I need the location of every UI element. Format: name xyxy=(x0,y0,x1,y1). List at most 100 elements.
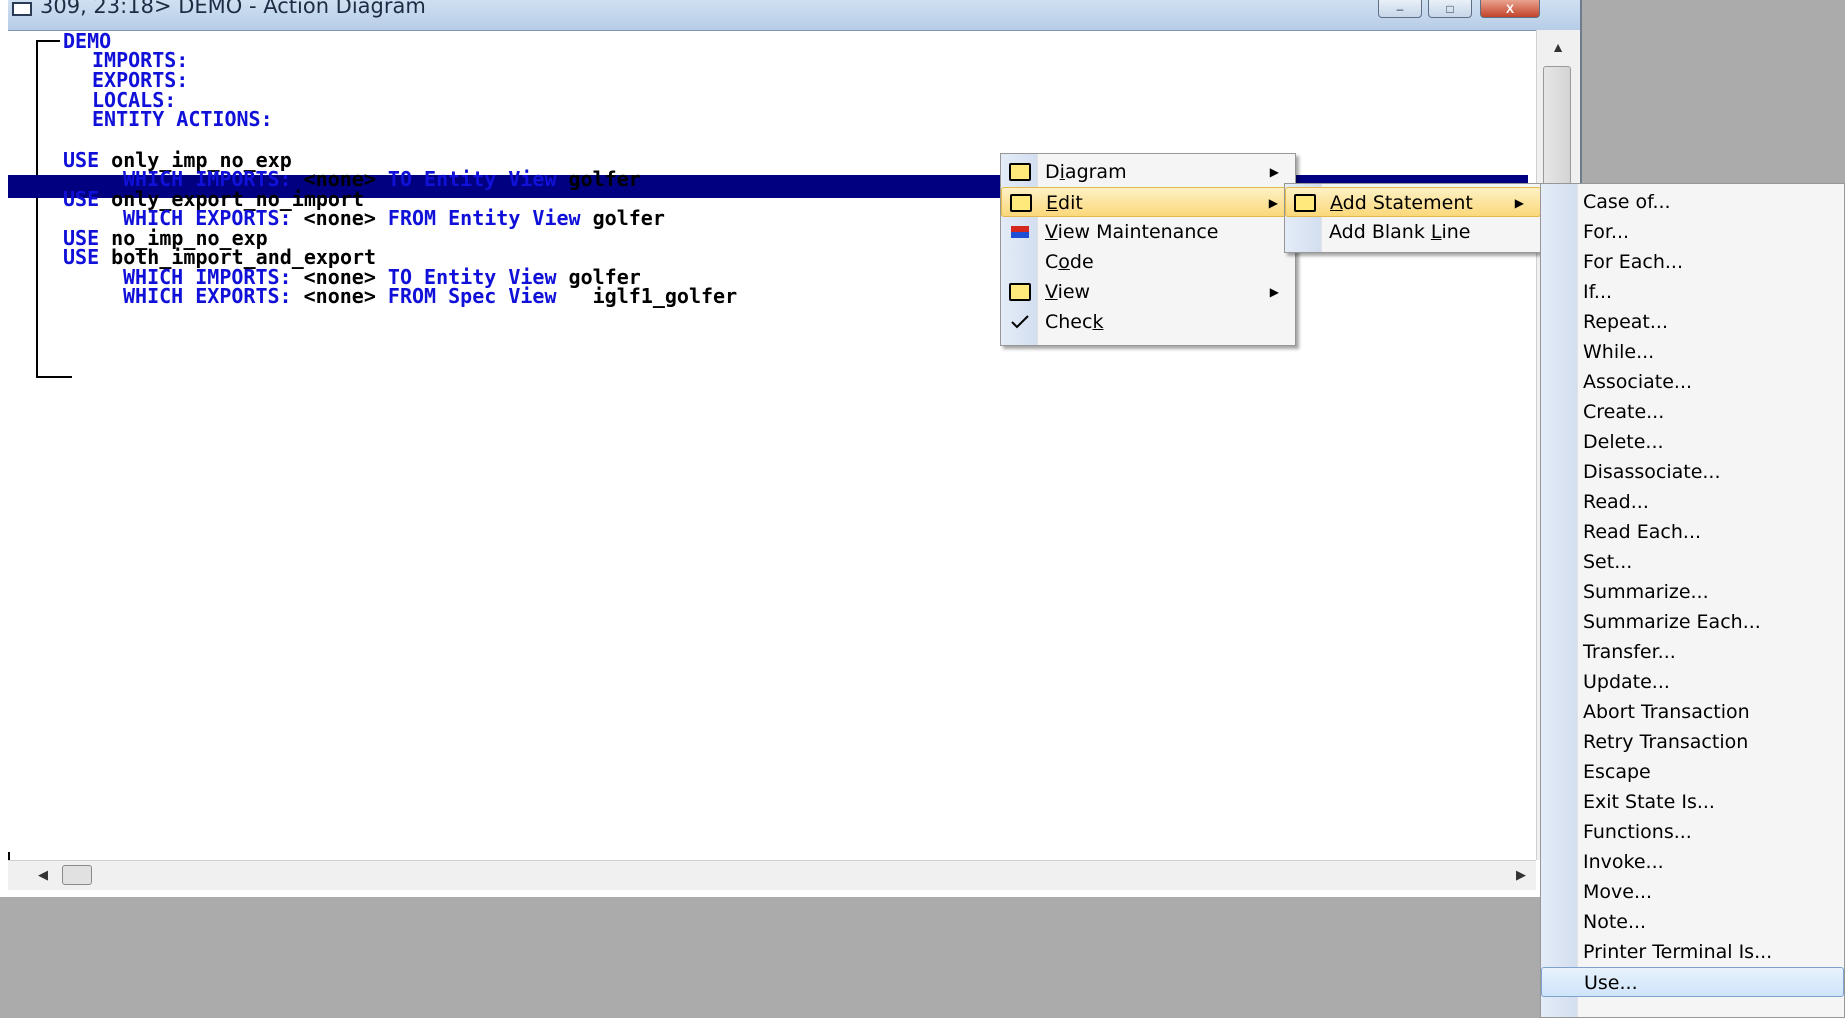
code-text: <none> xyxy=(291,206,376,230)
menu-label: D xyxy=(1045,161,1060,183)
horizontal-scroll-thumb[interactable] xyxy=(62,865,92,885)
menu-label: Read Each... xyxy=(1583,521,1702,543)
menu-item-statement[interactable]: Abort Transaction xyxy=(1541,697,1844,727)
menu-accelerator: k xyxy=(1092,311,1104,333)
menu-label: Exit State Is... xyxy=(1583,791,1715,813)
menu-item-statement[interactable]: Delete... xyxy=(1541,427,1844,457)
maximize-button[interactable]: □ xyxy=(1428,0,1472,18)
code-text: <none> xyxy=(291,284,376,308)
add-statement-submenu: Case of... For... For Each... If... Repeat..… xyxy=(1540,183,1845,1018)
menu-item-statement[interactable]: Use... xyxy=(1541,967,1844,997)
menu-item-statement[interactable]: Move... xyxy=(1541,877,1844,907)
menu-item-statement[interactable]: Associate... xyxy=(1541,367,1844,397)
code-text: golfer xyxy=(556,167,641,191)
menu-item-statement[interactable]: Exit State Is... xyxy=(1541,787,1844,817)
menu-label: Functions... xyxy=(1583,821,1692,843)
menu-label: dd Statement xyxy=(1342,192,1473,214)
code-keyword: FROM Spec View xyxy=(375,284,557,308)
menu-item-statement[interactable]: If... xyxy=(1541,277,1844,307)
menu-item-statement[interactable]: Create... xyxy=(1541,397,1844,427)
menu-label: Retry Transaction xyxy=(1583,731,1749,753)
menu-item-statement[interactable]: Read... xyxy=(1541,487,1844,517)
menu-label: Use... xyxy=(1584,972,1638,994)
folder-icon xyxy=(1010,194,1032,212)
menu-label: agram xyxy=(1064,161,1127,183)
scroll-right-arrow-icon[interactable]: ▶ xyxy=(1516,867,1526,883)
code-keyword: USE xyxy=(63,245,100,269)
minimize-button[interactable]: – xyxy=(1378,0,1422,18)
menu-accelerator: A xyxy=(1330,192,1343,214)
code-line[interactable]: WHICH EXPORTS: <none> FROM Spec View igl… xyxy=(123,285,737,308)
submenu-arrow-icon: ▶ xyxy=(1514,196,1524,210)
menu-item-statement[interactable]: Summarize Each... xyxy=(1541,607,1844,637)
menu-label: Case of... xyxy=(1583,191,1671,213)
menu-label: ine xyxy=(1441,221,1471,243)
menu-item-statement[interactable]: Summarize... xyxy=(1541,577,1844,607)
menu-label: iew Maintenance xyxy=(1057,221,1219,243)
menu-item-statement[interactable]: Disassociate... xyxy=(1541,457,1844,487)
menu-accelerator: E xyxy=(1046,192,1059,214)
action-diagram-window: 309, 23:18> DEMO - Action Diagram – □ X … xyxy=(8,0,1582,897)
menu-accelerator: V xyxy=(1045,221,1058,243)
window-titlebar[interactable]: 309, 23:18> DEMO - Action Diagram – □ X xyxy=(8,0,1580,31)
menu-item-add-blank-line[interactable]: Add Blank Line xyxy=(1285,217,1541,247)
menu-label: If... xyxy=(1583,281,1613,303)
menu-item-statement[interactable]: Repeat... xyxy=(1541,307,1844,337)
code-keyword: FROM Entity View xyxy=(375,206,581,230)
scroll-left-arrow-icon[interactable]: ◀ xyxy=(38,867,48,883)
menu-item-statement[interactable]: Transfer... xyxy=(1541,637,1844,667)
menu-item-diagram[interactable]: Diagram ▶ xyxy=(1001,157,1295,187)
code-text: golfer xyxy=(580,206,665,230)
menu-label: Summarize... xyxy=(1583,581,1709,603)
menu-item-add-statement[interactable]: Add Statement ▶ xyxy=(1285,187,1541,217)
menu-accelerator: V xyxy=(1045,281,1058,303)
menu-accelerator: o xyxy=(1058,251,1070,273)
menu-label: Escape xyxy=(1583,761,1651,783)
menu-item-statement[interactable]: While... xyxy=(1541,337,1844,367)
menu-label: Summarize Each... xyxy=(1583,611,1761,633)
diagram-bracket xyxy=(36,40,38,377)
submenu-arrow-icon: ▶ xyxy=(1269,165,1279,179)
menu-item-edit[interactable]: Edit ▶ xyxy=(1001,187,1295,217)
menu-item-statement[interactable]: Functions... xyxy=(1541,817,1844,847)
submenu-arrow-icon: ▶ xyxy=(1269,285,1279,299)
menu-item-view-maintenance[interactable]: View Maintenance xyxy=(1001,217,1295,247)
context-menu: Diagram ▶ Edit ▶ View Maintenance Code V… xyxy=(1000,153,1296,346)
window-app-icon[interactable] xyxy=(12,2,32,16)
menu-item-statement[interactable]: Escape xyxy=(1541,757,1844,787)
menu-item-statement[interactable]: Retry Transaction xyxy=(1541,727,1844,757)
menu-label: Invoke... xyxy=(1583,851,1664,873)
menu-item-statement[interactable]: Printer Terminal Is... xyxy=(1541,937,1844,967)
code-keyword: USE xyxy=(63,187,100,211)
menu-label: C xyxy=(1045,251,1059,273)
desktop-strip xyxy=(0,0,8,1018)
menu-item-statement[interactable]: Read Each... xyxy=(1541,517,1844,547)
menu-item-code[interactable]: Code xyxy=(1001,247,1295,277)
menu-item-statement[interactable]: Note... xyxy=(1541,907,1844,937)
folder-icon xyxy=(1294,194,1316,212)
code-line[interactable]: ENTITY ACTIONS: xyxy=(92,108,273,131)
menu-label: Set... xyxy=(1583,551,1633,573)
horizontal-scrollbar[interactable]: ◀ ▶ xyxy=(8,860,1536,890)
scroll-up-arrow-icon[interactable]: ▲ xyxy=(1537,32,1579,62)
menu-item-statement[interactable]: Set... xyxy=(1541,547,1844,577)
view-maintenance-icon xyxy=(1011,226,1029,238)
menu-item-statement[interactable]: Update... xyxy=(1541,667,1844,697)
folder-icon xyxy=(1009,163,1031,181)
code-text: iglf1_golfer xyxy=(556,284,738,308)
menu-item-statement[interactable]: For... xyxy=(1541,217,1844,247)
menu-item-statement[interactable]: Case of... xyxy=(1541,187,1844,217)
menu-label: Delete... xyxy=(1583,431,1664,453)
menu-label: For... xyxy=(1583,221,1630,243)
menu-label: dit xyxy=(1058,192,1083,214)
menu-label: For Each... xyxy=(1583,251,1683,273)
action-diagram-editor[interactable]: DEMO IMPORTS: EXPORTS: LOCALS: ENTITY AC… xyxy=(8,30,1536,860)
menu-item-check[interactable]: Check xyxy=(1001,307,1295,337)
menu-label: Disassociate... xyxy=(1583,461,1721,483)
diagram-bracket-top xyxy=(36,40,60,42)
menu-item-statement[interactable]: Invoke... xyxy=(1541,847,1844,877)
menu-item-view[interactable]: View ▶ xyxy=(1001,277,1295,307)
close-button[interactable]: X xyxy=(1480,0,1540,18)
menu-item-statement[interactable]: For Each... xyxy=(1541,247,1844,277)
statement-items: Case of... For... For Each... If... Repeat..… xyxy=(1541,187,1844,997)
